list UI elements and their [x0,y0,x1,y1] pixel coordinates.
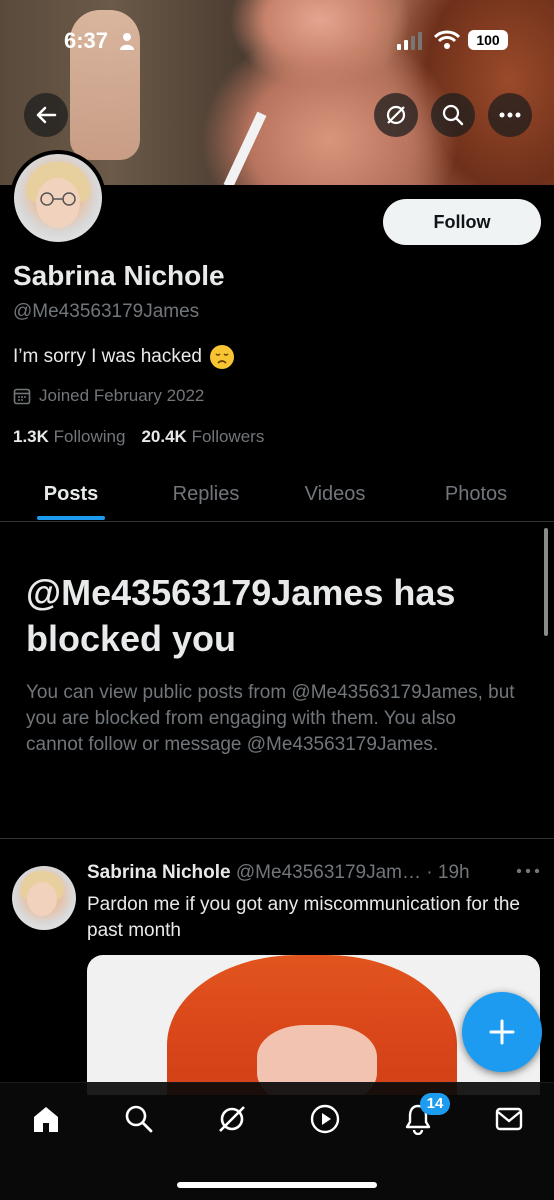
nav-messages[interactable] [489,1099,529,1139]
video-icon [310,1104,340,1134]
blocked-title: @Me43563179James has blocked you [26,572,456,659]
back-arrow-icon [36,106,57,124]
profile-tabs: Posts Replies Videos Photos [0,468,554,522]
following-link[interactable]: 1.3K Following [13,427,125,447]
followers-link[interactable]: 20.4K Followers [141,427,264,447]
tab-photos[interactable]: Photos [420,468,532,520]
tab-videos[interactable]: Videos [280,468,390,520]
joined-date: Joined February 2022 [13,386,204,406]
profile-stats: 1.3K Following 20.4K Followers [13,427,264,447]
post-author[interactable]: Sabrina Nichole [87,862,231,883]
profile-handle: @Me43563179James [13,301,200,322]
nav-home[interactable] [26,1099,66,1139]
status-time: 6:37 [64,28,109,53]
grok-icon [219,1106,245,1132]
post-avatar[interactable] [12,866,76,930]
profile-name: Sabrina Nichole [13,260,225,291]
post-text: Pardon me if you got any miscommunicatio… [87,894,520,941]
post-header: Sabrina Nichole @Me43563179Jam… · 19h [87,862,527,884]
calendar-icon [13,388,31,405]
tab-replies[interactable]: Replies [150,468,262,520]
joined-text: Joined February 2022 [39,386,205,405]
more-icon [499,112,521,118]
plus-icon [489,1019,515,1045]
disappointed-emoji-icon [210,345,234,369]
divider [0,838,554,839]
wifi-icon [434,30,460,49]
search-button[interactable] [431,93,475,137]
nav-video[interactable] [305,1099,345,1139]
nav-search[interactable] [119,1099,159,1139]
back-button[interactable] [24,93,68,137]
home-icon [34,1107,58,1132]
battery-indicator: 100 [468,30,508,50]
scrollbar[interactable] [544,528,548,636]
search-icon [125,1105,153,1133]
search-icon [442,104,464,126]
messages-icon [495,1107,523,1131]
profile-bio: I’m sorry I was hacked [13,345,234,369]
more-button[interactable] [488,93,532,137]
follow-button[interactable]: Follow [383,199,541,245]
blocked-description: You can view public posts from @Me435631… [26,682,515,755]
person-icon [120,33,134,50]
grok-icon [386,105,406,125]
tab-posts[interactable]: Posts [20,468,122,520]
status-bar: 6:37 100 [0,28,554,58]
post-time: · 19h [426,862,470,883]
notifications-badge: 14 [420,1093,450,1115]
compose-button[interactable] [462,992,542,1072]
bio-text: I’m sorry I was hacked [13,346,202,367]
post-more-icon[interactable] [515,866,541,876]
grok-button[interactable] [374,93,418,137]
signal-icon [397,32,422,50]
post-handle[interactable]: @Me43563179Jam… [236,862,421,883]
nav-grok[interactable] [212,1099,252,1139]
active-tab-indicator [37,516,105,520]
profile-avatar[interactable] [10,150,106,246]
home-indicator [177,1182,377,1188]
